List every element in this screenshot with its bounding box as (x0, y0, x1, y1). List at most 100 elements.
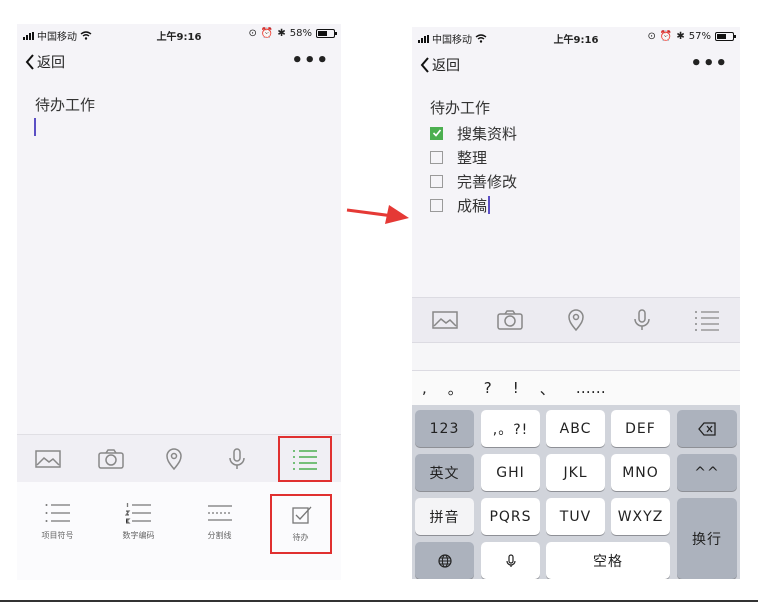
key-return[interactable]: 换行 (677, 498, 737, 579)
mic-icon (633, 309, 650, 330)
checkbox-icon[interactable] (430, 150, 443, 164)
todo-label: 待办 (292, 533, 309, 542)
candidate-comma[interactable]: , (422, 379, 427, 397)
todo-item[interactable]: 成稿 (430, 193, 517, 217)
numbered-list-option[interactable]: 数字编码 (108, 502, 170, 541)
key-wxyz[interactable]: WXYZ (611, 498, 670, 535)
key-ghi[interactable]: GHI (481, 454, 540, 491)
list-format-button[interactable] (687, 300, 727, 340)
back-button[interactable]: 返回 (25, 52, 65, 72)
voice-button[interactable] (622, 300, 662, 340)
delete-key[interactable] (677, 410, 737, 447)
key-mno[interactable]: MNO (611, 454, 670, 491)
format-toolbar (17, 434, 341, 482)
insert-image-button[interactable] (28, 439, 68, 479)
alarm-icon: ⏰ (260, 28, 274, 39)
todo-item[interactable]: 搜集资料 (430, 121, 517, 145)
todo-item[interactable]: 完善修改 (430, 169, 517, 193)
todo-option[interactable]: 待办 (269, 494, 332, 554)
divider-option[interactable]: 分割线 (189, 502, 251, 541)
candidate-enumeration-comma[interactable]: 、 (540, 378, 555, 399)
location-button[interactable] (556, 300, 596, 340)
camera-button[interactable] (91, 439, 131, 479)
numbered-list-icon (124, 503, 151, 524)
divider-line-icon (207, 505, 232, 521)
bullet-list-label: 项目符号 (41, 531, 74, 540)
camera-icon (98, 448, 124, 469)
lock-rotation-icon: ⊙ (248, 28, 257, 39)
status-bar: 中国移动 上午9:16 ⊙ ⏰ ✱ 58% (17, 24, 341, 44)
key-emoticon[interactable]: ^^ (677, 454, 737, 491)
key-tuv[interactable]: TUV (546, 498, 605, 535)
list-icon (695, 311, 720, 331)
bluetooth-icon: ✱ (676, 31, 685, 42)
insert-image-button[interactable] (425, 300, 465, 340)
camera-button[interactable] (490, 300, 530, 340)
back-button[interactable]: 返回 (420, 55, 460, 75)
battery-percent: 57% (688, 31, 711, 42)
globe-key[interactable] (415, 542, 474, 579)
candidate-period[interactable]: 。 (448, 378, 463, 399)
checkbox-icon[interactable] (430, 174, 443, 188)
checkbox-icon[interactable] (430, 198, 443, 212)
delete-icon (698, 421, 716, 436)
chevron-left-icon (420, 57, 429, 73)
right-phone-screen: 中国移动 上午9:16 ⊙ ⏰ ✱ 57% 返回 ••• 待办工作 搜集资料 整… (412, 27, 740, 579)
location-icon (166, 447, 182, 470)
bullet-list-option[interactable]: 项目符号 (27, 502, 89, 541)
location-button[interactable] (154, 439, 194, 479)
back-label: 返回 (432, 58, 460, 74)
list-format-panel: 项目符号 数字编码 分割线 待办 (17, 482, 341, 580)
bullet-list-icon (45, 504, 70, 522)
battery-icon (316, 29, 337, 38)
input-accessory-bar (412, 343, 740, 371)
todo-item[interactable]: 整理 (430, 145, 517, 169)
note-title[interactable]: 待办工作 (35, 94, 95, 115)
alarm-icon: ⏰ (659, 31, 673, 42)
key-123[interactable]: 123 (415, 410, 474, 447)
key-def[interactable]: DEF (611, 410, 670, 447)
camera-icon (497, 310, 524, 330)
voice-button[interactable] (217, 439, 257, 479)
image-icon (35, 449, 62, 468)
key-abc[interactable]: ABC (546, 410, 605, 447)
text-cursor (488, 196, 491, 214)
transition-arrow-icon (346, 205, 409, 224)
key-space[interactable]: 空格 (546, 542, 670, 579)
location-icon (568, 309, 584, 332)
globe-icon (437, 553, 452, 568)
candidate-exclamation[interactable]: ! (513, 379, 519, 397)
candidate-question[interactable]: ? (484, 379, 492, 397)
format-toolbar (412, 297, 740, 343)
key-pqrs[interactable]: PQRS (481, 498, 540, 535)
chevron-left-icon (25, 54, 34, 70)
key-english[interactable]: 英文 (415, 454, 474, 491)
status-bar: 中国移动 上午9:16 ⊙ ⏰ ✱ 57% (412, 27, 740, 47)
nav-bar: 返回 ••• (17, 48, 341, 76)
todo-check-icon (291, 506, 311, 524)
mic-icon (229, 447, 245, 469)
note-title[interactable]: 待办工作 (430, 97, 490, 118)
more-button[interactable]: ••• (291, 50, 329, 71)
nav-bar: 返回 ••• (412, 51, 740, 79)
more-button[interactable]: ••• (690, 53, 728, 74)
image-icon (432, 311, 458, 329)
todo-text: 搜集资料 (457, 124, 518, 143)
list-format-button[interactable] (277, 435, 332, 482)
checkbox-checked-icon[interactable] (430, 126, 443, 140)
dictation-key[interactable] (481, 542, 540, 579)
todo-text: 成稿 (457, 196, 488, 215)
todo-text: 完善修改 (457, 172, 518, 191)
text-cursor (34, 118, 36, 136)
divider-label: 分割线 (207, 531, 232, 540)
bluetooth-icon: ✱ (277, 28, 286, 39)
key-jkl[interactable]: JKL (546, 454, 605, 491)
list-icon (292, 449, 317, 470)
todo-list: 搜集资料 整理 完善修改 成稿 (430, 121, 517, 217)
candidate-ellipsis[interactable]: …… (576, 379, 606, 397)
key-punctuation[interactable]: ,。?! (481, 410, 540, 447)
key-pinyin[interactable]: 拼音 (415, 498, 474, 535)
candidate-bar: , 。 ? ! 、 …… (412, 371, 740, 405)
battery-percent: 58% (289, 28, 312, 39)
mic-icon (505, 553, 516, 567)
